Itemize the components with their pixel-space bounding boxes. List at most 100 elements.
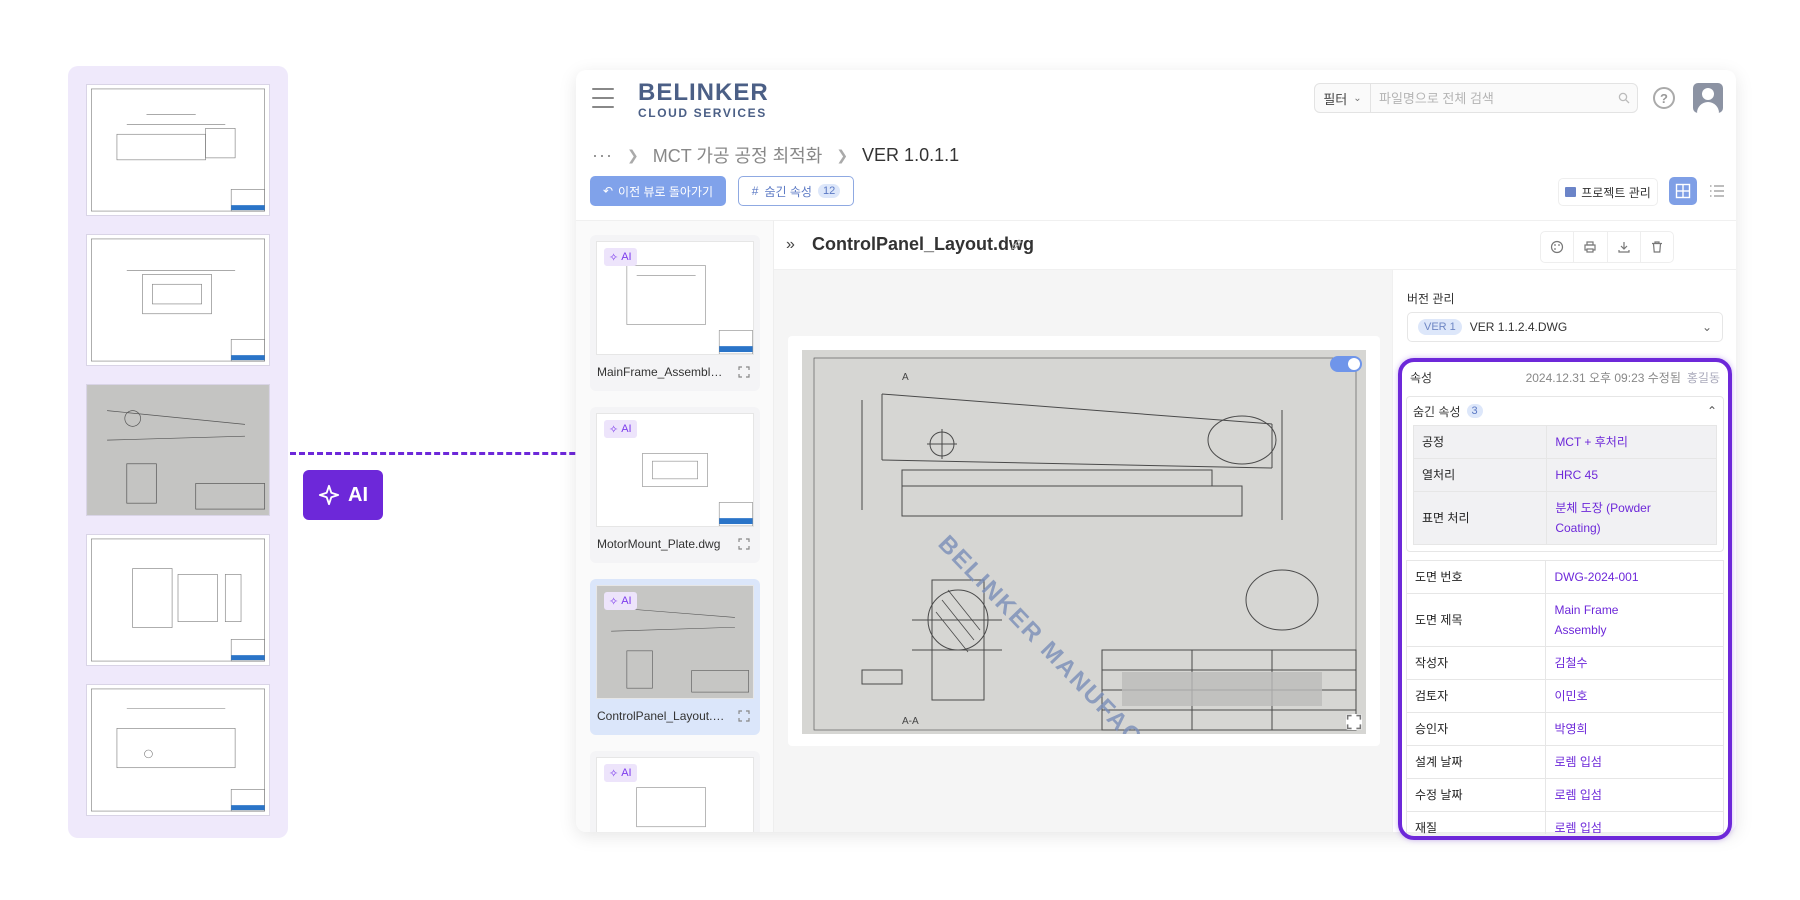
fullscreen-icon[interactable]	[1346, 714, 1362, 730]
table-row: 재질 로렘 입섬	[1406, 811, 1724, 834]
logo-sub: CLOUD SERVICES	[638, 106, 767, 120]
sparkle-icon	[318, 484, 340, 506]
attr-key: 공정	[1412, 425, 1548, 459]
hidden-attributes-button[interactable]: # 숨긴 속성 12	[738, 176, 854, 206]
ai-tag-label: AI	[621, 423, 632, 435]
version-select[interactable]: VER 1 VER 1.1.2.4.DWG ⌄	[1407, 312, 1723, 342]
file-card-selected[interactable]: ✧ AI ControlPanel_Layout.dwg	[590, 579, 760, 735]
chevron-right-icon: ❯	[836, 146, 849, 163]
table-row: 공정 MCT + 후처리	[1412, 425, 1717, 459]
attr-value[interactable]: 로렘 입섬	[1545, 778, 1724, 812]
svg-text:A-A: A-A	[902, 716, 919, 727]
drawing-photo-thumbnail	[86, 384, 270, 516]
help-icon[interactable]: ?	[1653, 87, 1675, 109]
drawing-thumbnail	[86, 684, 270, 816]
logo-main: BELINKER	[638, 79, 769, 106]
attr-key: 설계 날짜	[1406, 745, 1547, 779]
search-bar: 필터 ⌄	[1314, 83, 1638, 113]
hidden-attributes-count: 3	[1466, 404, 1483, 418]
file-name: MainFrame_Assembly.dwg	[597, 365, 727, 379]
table-row: 작성자 김철수	[1406, 646, 1724, 680]
attr-value[interactable]: MCT + 후처리	[1546, 425, 1717, 459]
search-icon[interactable]	[1611, 92, 1637, 104]
hidden-attributes-table: 공정 MCT + 후처리 열처리 HRC 45 표면 처리 분체 도장 (Powder…	[1412, 425, 1717, 545]
menu-icon[interactable]	[592, 88, 614, 108]
attr-value[interactable]: 로렘 입섬	[1545, 745, 1724, 779]
print-icon[interactable]	[1574, 232, 1608, 262]
viewer-toolbar	[1540, 231, 1674, 263]
pencil-icon[interactable]	[1010, 238, 1023, 256]
attr-value[interactable]: 박영희	[1545, 712, 1724, 746]
expand-icon[interactable]	[738, 710, 750, 722]
drawing-thumbnail	[86, 534, 270, 666]
breadcrumb-ellipsis[interactable]: ···	[592, 145, 613, 166]
file-card[interactable]: ✧ AI MainFrame_Assembly.dwg	[590, 235, 760, 391]
ai-tag-label: AI	[621, 767, 632, 779]
ai-tag: ✧ AI	[604, 764, 637, 782]
file-card[interactable]: ✧ AI MotorMount_Plate.dwg	[590, 407, 760, 563]
file-title: ControlPanel_Layout.dwg	[812, 234, 1035, 254]
ai-badge: AI	[303, 470, 383, 520]
ai-tag-label: AI	[621, 251, 632, 263]
sparkle-icon: ✧	[609, 251, 619, 264]
expand-icon[interactable]	[738, 538, 750, 550]
attr-value[interactable]: 김철수	[1545, 646, 1724, 680]
double-chevron-right-icon[interactable]: »	[786, 236, 795, 254]
attr-key: 수정 날짜	[1406, 778, 1547, 812]
attr-value[interactable]: 로렘 입섬	[1545, 811, 1724, 834]
ai-tag-label: AI	[621, 595, 632, 607]
project-manage-button[interactable]: 프로젝트 관리	[1558, 178, 1658, 206]
version-pill: VER 1	[1418, 319, 1462, 335]
breadcrumb-current: VER 1.0.1.1	[862, 144, 960, 165]
drawing-image[interactable]: A-A A BELINKER MANUFACTURING	[802, 350, 1366, 734]
file-card[interactable]: ✧ AI	[590, 751, 760, 832]
palette-icon[interactable]	[1541, 232, 1575, 262]
table-row: 표면 처리 분체 도장 (Powder Coating)	[1412, 491, 1717, 545]
filter-dropdown[interactable]: 필터 ⌄	[1315, 84, 1371, 112]
source-drawings-strip	[68, 66, 288, 838]
file-list: ✧ AI MainFrame_Assembly.dwg ✧ AI MotorMoun…	[576, 220, 774, 832]
ai-badge-label: AI	[348, 483, 368, 506]
version-label: 버전 관리	[1407, 292, 1455, 306]
sparkle-icon: ✧	[609, 595, 619, 608]
attr-value[interactable]: Main Frame Assembly	[1545, 593, 1724, 647]
grid-view-toggle[interactable]	[1669, 177, 1697, 205]
sparkle-icon: ✧	[609, 767, 619, 780]
undo-icon: ↶	[602, 184, 614, 198]
attr-value[interactable]: HRC 45	[1546, 458, 1717, 492]
list-view-toggle[interactable]	[1703, 177, 1731, 205]
attr-key: 작성자	[1406, 646, 1547, 680]
hidden-attributes-toggle[interactable]: 숨긴 속성 3 ⌃	[1413, 397, 1717, 425]
attr-value[interactable]: 분체 도장 (Powder Coating)	[1546, 491, 1717, 545]
watermark-toggle[interactable]	[1330, 356, 1362, 372]
project-manage-label: 프로젝트 관리	[1581, 185, 1651, 200]
attr-key: 열처리	[1412, 458, 1548, 492]
attributes-header: 속성 2024.12.31 오후 09:23 수정됨 홍길동	[1406, 364, 1724, 390]
table-row: 수정 날짜 로렘 입섬	[1406, 778, 1724, 812]
back-to-previous-view-button[interactable]: ↶ 이전 뷰로 돌아가기	[590, 176, 726, 206]
table-row: 승인자 박영희	[1406, 712, 1724, 746]
ai-tag: ✧ AI	[604, 592, 637, 610]
download-icon[interactable]	[1608, 232, 1641, 262]
table-row: 도면 제목 Main Frame Assembly	[1406, 593, 1724, 647]
attr-key: 재질	[1406, 811, 1547, 834]
attr-value[interactable]: 이민호	[1545, 679, 1724, 713]
trash-icon[interactable]	[1641, 232, 1673, 262]
expand-icon[interactable]	[738, 366, 750, 378]
search-input[interactable]	[1371, 90, 1611, 106]
version-value: VER 1.1.2.4.DWG	[1469, 320, 1568, 334]
hidden-attributes-box: 숨긴 속성 3 ⌃ 공정 MCT + 후처리 열처리 HRC 45 표면 처리 분체 …	[1406, 396, 1724, 552]
chevron-down-icon: ⌄	[1701, 320, 1712, 334]
ai-tag: ✧ AI	[604, 248, 637, 266]
drawing-frame: A-A A BELINKER MANUFACTURING	[788, 336, 1380, 746]
attr-value[interactable]: DWG-2024-001	[1545, 560, 1724, 594]
attr-key: 도면 제목	[1406, 593, 1547, 647]
table-row: 설계 날짜 로렘 입섬	[1406, 745, 1724, 779]
modified-date: 2024.12.31 오후 09:23 수정됨	[1525, 370, 1681, 385]
attributes-title: 속성	[1410, 370, 1433, 385]
attributes-table: 도면 번호 DWG-2024-001 도면 제목 Main Frame Assemb…	[1406, 560, 1724, 834]
chevron-down-icon: ⌄	[1353, 92, 1362, 104]
breadcrumb-project[interactable]: MCT 가공 공정 최적화	[653, 142, 823, 168]
avatar[interactable]	[1693, 83, 1723, 113]
sparkle-icon: ✧	[609, 423, 619, 436]
